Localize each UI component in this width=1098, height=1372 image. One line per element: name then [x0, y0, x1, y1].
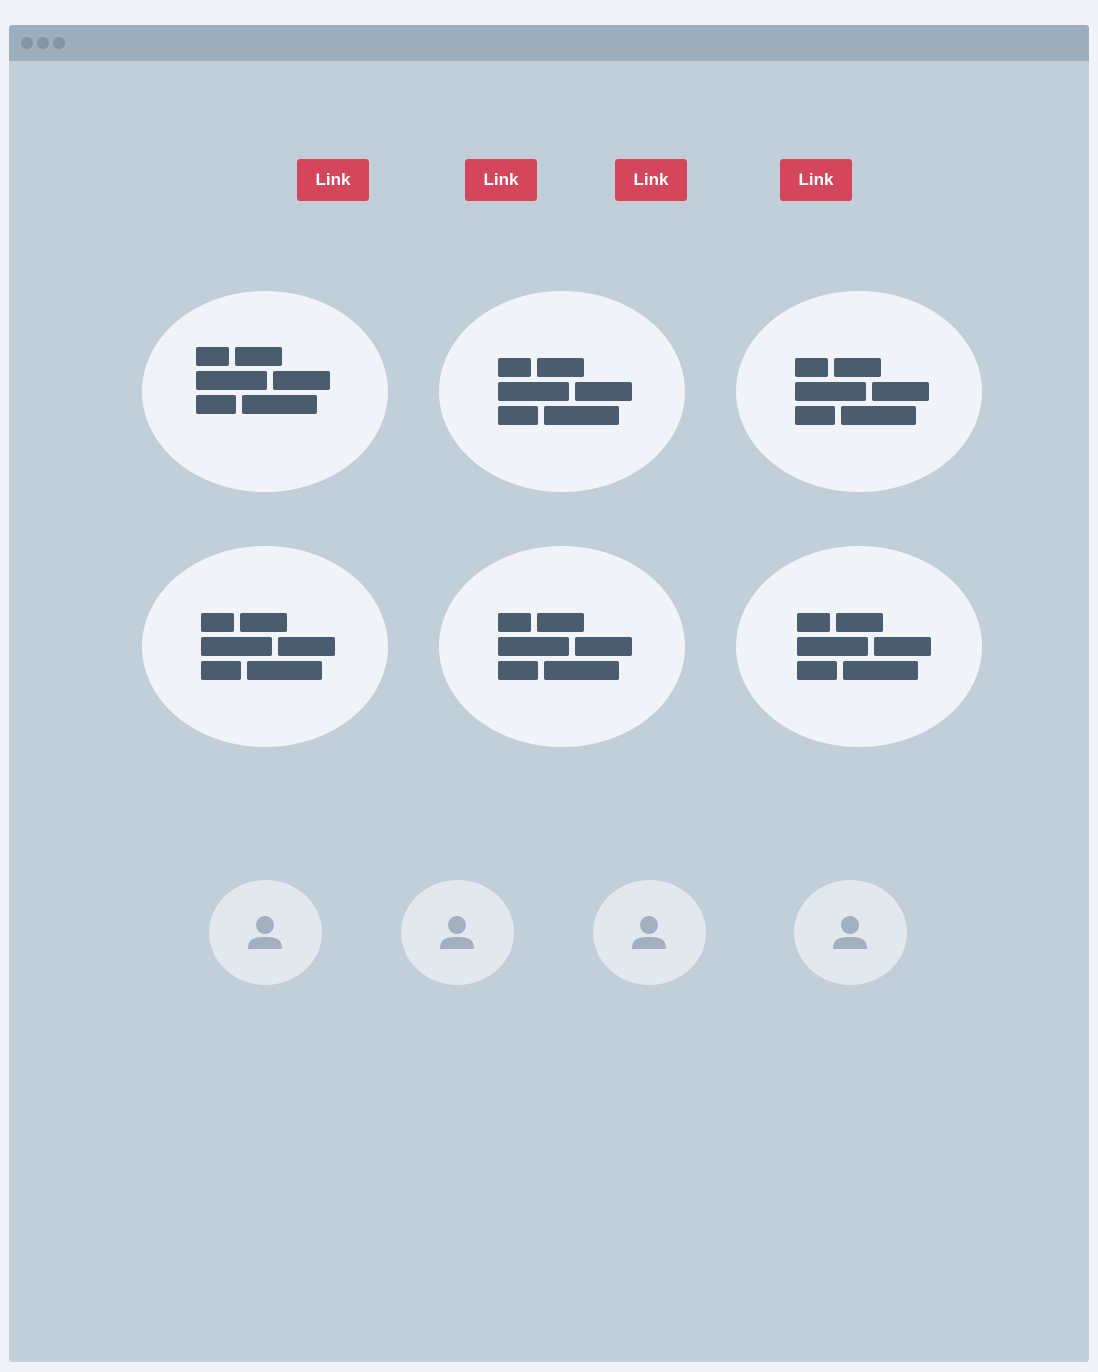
brick-block — [874, 637, 931, 656]
link-button-4[interactable]: Link — [780, 159, 852, 201]
brick-block — [575, 382, 632, 401]
brick-block — [240, 613, 287, 632]
brick-block — [795, 382, 866, 401]
brick-block — [795, 406, 835, 425]
user-icon — [833, 916, 867, 949]
brick-placeholder-icon — [201, 613, 337, 681]
brick-placeholder-icon — [795, 358, 931, 426]
brick-block — [498, 406, 538, 425]
brick-block — [575, 637, 632, 656]
brick-block — [797, 661, 837, 680]
browser-window: Link Link Link Link — [9, 25, 1089, 1362]
brick-block — [797, 637, 868, 656]
avatar-3[interactable] — [593, 880, 706, 985]
brick-block — [278, 637, 335, 656]
brick-block — [196, 395, 236, 414]
content-tile-2[interactable] — [439, 291, 685, 492]
window-minimize-dot[interactable] — [37, 37, 49, 49]
brick-block — [834, 358, 881, 377]
brick-block — [235, 347, 282, 366]
content-tile-6[interactable] — [736, 546, 982, 747]
brick-block — [843, 661, 918, 680]
brick-block — [201, 613, 234, 632]
window-maximize-dot[interactable] — [53, 37, 65, 49]
user-icon — [248, 916, 282, 949]
brick-block — [498, 358, 531, 377]
brick-block — [273, 371, 330, 390]
brick-block — [544, 406, 619, 425]
brick-block — [498, 637, 569, 656]
brick-block — [196, 371, 267, 390]
link-button-2[interactable]: Link — [465, 159, 537, 201]
user-icon — [632, 916, 666, 949]
user-icon — [440, 916, 474, 949]
avatar-2[interactable] — [401, 880, 514, 985]
brick-block — [795, 358, 828, 377]
window-titlebar — [9, 25, 1089, 61]
brick-block — [797, 613, 830, 632]
brick-block — [247, 661, 322, 680]
brick-block — [498, 613, 531, 632]
brick-placeholder-icon — [196, 347, 332, 415]
content-tile-1[interactable] — [142, 291, 388, 492]
brick-block — [836, 613, 883, 632]
brick-block — [544, 661, 619, 680]
brick-placeholder-icon — [498, 613, 634, 681]
avatar-1[interactable] — [209, 880, 322, 985]
brick-placeholder-icon — [797, 613, 933, 681]
brick-block — [242, 395, 317, 414]
link-button-3[interactable]: Link — [615, 159, 687, 201]
brick-block — [498, 382, 569, 401]
brick-placeholder-icon — [498, 358, 634, 426]
brick-block — [201, 661, 241, 680]
content-tile-3[interactable] — [736, 291, 982, 492]
content-tile-5[interactable] — [439, 546, 685, 747]
brick-block — [872, 382, 929, 401]
content-tile-4[interactable] — [142, 546, 388, 747]
brick-block — [201, 637, 272, 656]
brick-block — [196, 347, 229, 366]
avatar-4[interactable] — [794, 880, 907, 985]
brick-block — [537, 613, 584, 632]
brick-block — [841, 406, 916, 425]
window-close-dot[interactable] — [21, 37, 33, 49]
brick-block — [537, 358, 584, 377]
brick-block — [498, 661, 538, 680]
link-button-1[interactable]: Link — [297, 159, 369, 201]
